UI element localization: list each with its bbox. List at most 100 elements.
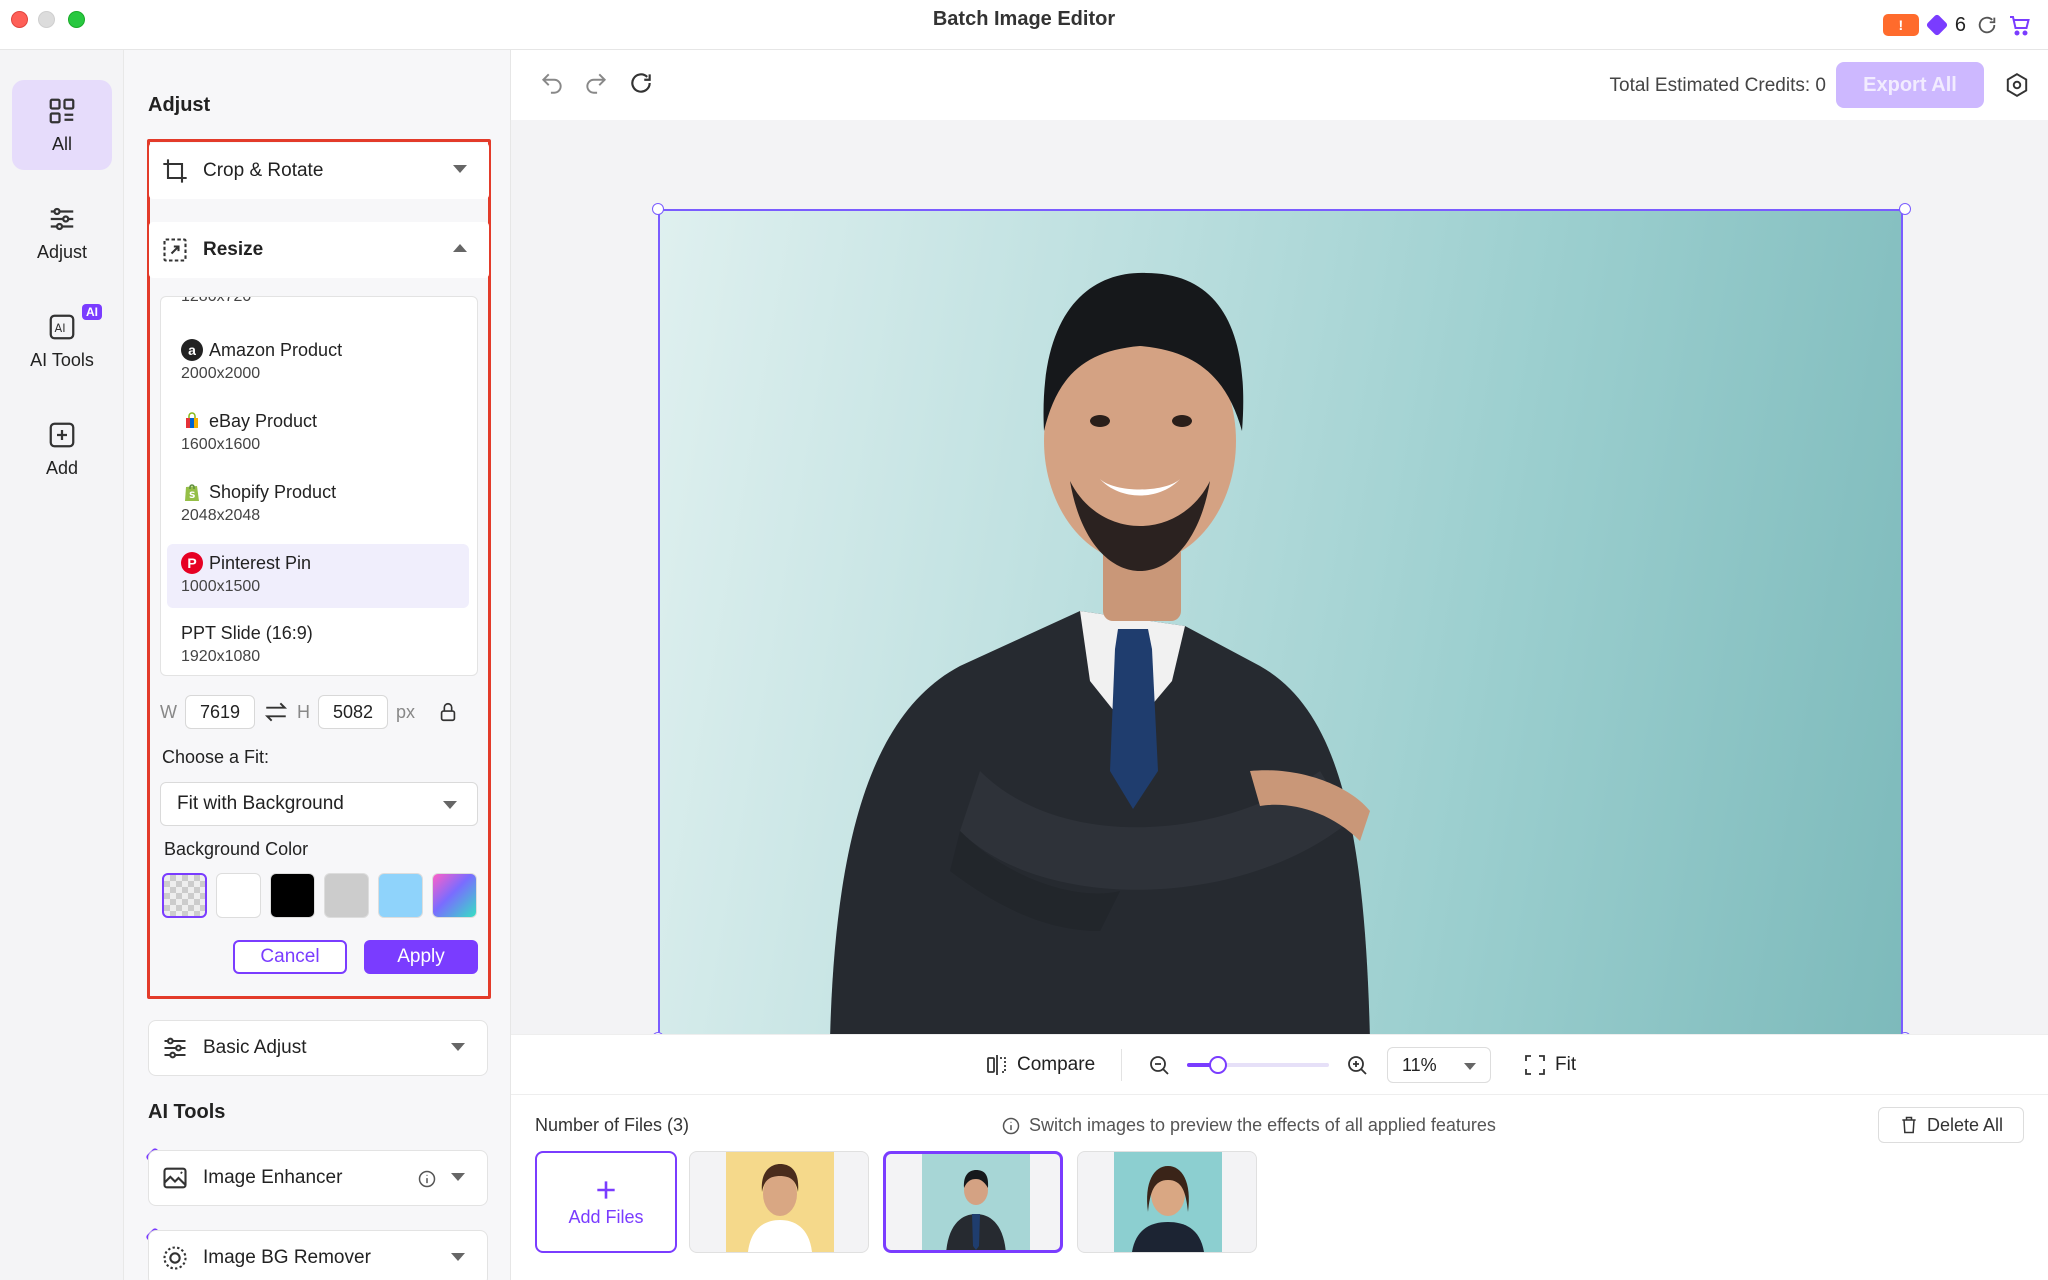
- rail-item-all[interactable]: All: [12, 80, 112, 170]
- swap-dimensions-icon[interactable]: [263, 701, 289, 723]
- cancel-button[interactable]: Cancel: [233, 940, 347, 974]
- window-title: Batch Image Editor: [932, 8, 1116, 30]
- add-files-button[interactable]: Add Files: [535, 1151, 677, 1253]
- image-enhancer-label: Image Enhancer: [203, 1167, 343, 1188]
- width-label: W: [160, 701, 177, 722]
- fit-label: Choose a Fit:: [162, 747, 270, 767]
- chevron-down-icon: [451, 1043, 465, 1051]
- preset-size: 1920x1080: [181, 648, 261, 665]
- resize-handle-top-left[interactable]: [652, 203, 664, 215]
- reset-icon[interactable]: [628, 70, 654, 96]
- rail-item-ai-tools[interactable]: AI AI AI Tools: [12, 296, 112, 386]
- top-toolbar: Total Estimated Credits: 0 Export All: [511, 50, 2048, 120]
- sliders-icon: [50, 207, 74, 230]
- swatch-white[interactable]: [216, 873, 261, 918]
- shopify-icon: S: [181, 481, 203, 503]
- height-label: H: [297, 701, 310, 722]
- preset-name: PPT Slide (16:9): [181, 623, 313, 643]
- zoom-value: 11%: [1402, 1054, 1437, 1075]
- ebay-icon: [181, 410, 203, 432]
- zoom-slider-handle[interactable]: [1209, 1056, 1228, 1074]
- resize-accordion[interactable]: Resize: [149, 222, 489, 278]
- swatch-transparent[interactable]: [162, 873, 207, 918]
- plus-icon: [597, 1180, 615, 1199]
- preset-name: Amazon Product: [209, 339, 343, 360]
- preset-ebay-product[interactable]: eBay Product 1600x1600: [167, 402, 469, 466]
- apply-button[interactable]: Apply: [364, 940, 478, 974]
- redo-icon[interactable]: [583, 70, 609, 96]
- compare-icon: [987, 1055, 1006, 1075]
- export-all-button[interactable]: Export All: [1836, 62, 1984, 108]
- image-bg-remover-label: Image BG Remover: [203, 1247, 371, 1268]
- swatch-gradient[interactable]: [432, 873, 477, 918]
- preset-shopify-product[interactable]: S Shopify Product 2048x2048: [167, 473, 469, 537]
- settings-icon[interactable]: [2004, 72, 2030, 98]
- image-enhance-icon: [163, 1167, 187, 1189]
- swatch-black[interactable]: [270, 873, 315, 918]
- thumbnail-image-woman-blazer: [1114, 1152, 1222, 1252]
- crop-rotate-accordion[interactable]: Crop & Rotate: [149, 143, 489, 199]
- lock-aspect-icon[interactable]: [437, 701, 459, 723]
- resize-label: Resize: [203, 239, 264, 260]
- width-input[interactable]: 7619: [185, 695, 255, 729]
- basic-adjust-accordion[interactable]: Basic Adjust: [148, 1020, 488, 1076]
- resize-preset-list[interactable]: 1280x720 a Amazon Product 2000x2000 eBay …: [160, 296, 478, 676]
- image-enhancer-accordion[interactable]: Image Enhancer: [148, 1150, 488, 1206]
- unit-label: px: [396, 701, 416, 722]
- chevron-down-icon: [1464, 1063, 1476, 1070]
- info-icon: [1002, 1117, 1020, 1134]
- left-nav-rail: All Adjust AI AI AI Tools Add: [0, 50, 124, 1280]
- basic-adjust-label: Basic Adjust: [203, 1037, 307, 1058]
- preset-name: Pinterest Pin: [209, 552, 312, 573]
- fit-select[interactable]: Fit with Background: [160, 782, 478, 826]
- preset-ppt-slide[interactable]: PPT Slide (16:9) 1920x1080: [167, 615, 469, 675]
- zoom-in-icon[interactable]: [1345, 1053, 1369, 1077]
- svg-text:S: S: [189, 491, 195, 501]
- pinterest-icon: P: [181, 552, 203, 574]
- files-strip: Number of Files (3) Switch images to pre…: [511, 1094, 2048, 1280]
- compare-button[interactable]: Compare: [985, 1053, 1095, 1077]
- chevron-up-icon: [453, 244, 467, 252]
- rail-item-adjust[interactable]: Adjust: [12, 188, 112, 278]
- main-area: Total Estimated Credits: 0 Export All Co…: [511, 50, 2048, 1280]
- add-files-label: Add Files: [568, 1206, 644, 1227]
- zoom-out-icon[interactable]: [1147, 1053, 1171, 1077]
- preset-amazon-product[interactable]: a Amazon Product 2000x2000: [167, 331, 469, 395]
- delete-all-label: Delete All: [1926, 1114, 2004, 1135]
- background-color-label: Background Color: [164, 839, 309, 859]
- preset-size: 2000x2000: [181, 365, 261, 382]
- compare-label: Compare: [1017, 1054, 1096, 1075]
- swatch-light-blue[interactable]: [378, 873, 423, 918]
- fit-button[interactable]: Fit: [1523, 1053, 1576, 1077]
- businessman-photo: [830, 272, 1370, 1036]
- svg-text:AI: AI: [55, 322, 66, 335]
- chevron-down-icon: [443, 801, 457, 809]
- ai-icon: AI: [49, 314, 75, 339]
- toolbar-divider: [1121, 1049, 1122, 1081]
- rail-item-add[interactable]: Add: [12, 404, 112, 494]
- undo-icon[interactable]: [539, 70, 565, 96]
- fit-screen-icon: [1525, 1055, 1545, 1075]
- image-bg-remover-accordion[interactable]: Image BG Remover: [148, 1230, 488, 1280]
- thumbnail-image-woman-white-shirt: [726, 1152, 834, 1252]
- title-bar: Batch Image Editor ! 6: [0, 0, 2048, 50]
- resize-handle-top-right[interactable]: [1899, 203, 1911, 215]
- promo-badge[interactable]: !: [1882, 14, 1919, 36]
- info-icon[interactable]: [417, 1169, 437, 1189]
- refresh-credits-icon[interactable]: [1976, 14, 1998, 36]
- preset-pinterest-pin[interactable]: P Pinterest Pin 1000x1500: [167, 544, 469, 608]
- preview-image[interactable]: [658, 209, 1903, 1038]
- zoom-slider[interactable]: [1187, 1056, 1329, 1074]
- zoom-select[interactable]: 11%: [1387, 1047, 1491, 1083]
- file-thumbnail[interactable]: [689, 1151, 869, 1253]
- cart-icon[interactable]: [2008, 13, 2032, 37]
- files-count: Number of Files (3): [535, 1115, 690, 1135]
- height-input[interactable]: 5082: [318, 695, 388, 729]
- chevron-down-icon: [453, 165, 467, 173]
- file-thumbnail-selected[interactable]: [883, 1151, 1063, 1253]
- file-thumbnail[interactable]: [1077, 1151, 1257, 1253]
- preset-size: 1600x1600: [181, 436, 261, 453]
- preset-size: 1000x1500: [181, 578, 261, 595]
- swatch-gray[interactable]: [324, 873, 369, 918]
- delete-all-button[interactable]: Delete All: [1878, 1107, 2024, 1143]
